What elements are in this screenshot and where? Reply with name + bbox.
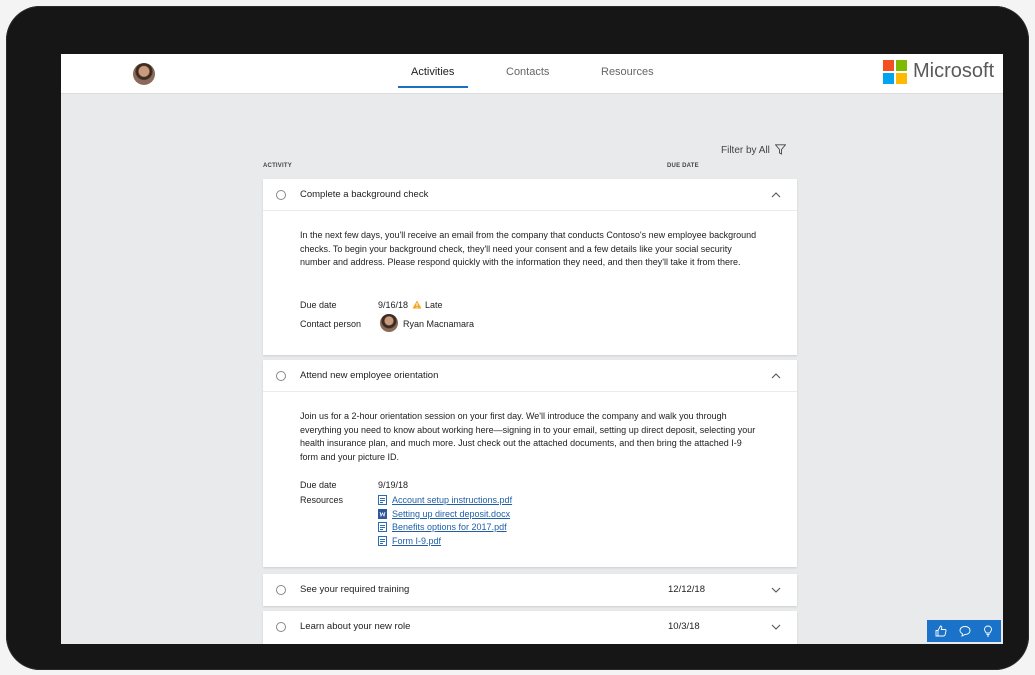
nav-tabs: Activities Contacts Resources xyxy=(61,54,1003,94)
filter-button[interactable]: Filter by All xyxy=(721,144,787,156)
column-header-activity: ACTIVITY xyxy=(263,163,292,169)
resource-link[interactable]: Form I-9.pdf xyxy=(378,535,512,549)
contact-name[interactable]: Ryan Macnamara xyxy=(403,318,474,332)
lightbulb-icon[interactable] xyxy=(982,625,994,637)
pdf-icon xyxy=(378,522,387,532)
due-date: 9/19/18 xyxy=(378,480,409,490)
resource-link[interactable]: Account setup instructions.pdf xyxy=(378,494,512,508)
activity-title: See your required training xyxy=(300,584,410,595)
activity-header[interactable]: Learn about your new role 10/3/18 xyxy=(263,611,797,643)
activity-body: Join us for a 2-hour orientation session… xyxy=(263,392,797,550)
resource-link[interactable]: Setting up direct deposit.docx xyxy=(378,508,512,522)
brand-name: Microsoft xyxy=(913,60,995,82)
resource-list: Account setup instructions.pdf Setting u… xyxy=(378,494,512,548)
activity-due-date: 12/12/18 xyxy=(668,584,705,595)
activity-card-orientation: Attend new employee orientation Join us … xyxy=(263,360,797,567)
activity-header[interactable]: See your required training 12/12/18 xyxy=(263,574,797,606)
resource-link[interactable]: Benefits options for 2017.pdf xyxy=(378,521,512,535)
complete-radio[interactable] xyxy=(276,190,286,200)
activity-description: In the next few days, you'll receive an … xyxy=(300,230,757,267)
activity-header[interactable]: Attend new employee orientation xyxy=(263,360,797,392)
resources-label: Resources xyxy=(300,495,344,505)
activity-title: Complete a background check xyxy=(300,189,429,200)
top-navigation-bar: Activities Contacts Resources Microsoft xyxy=(61,54,1003,94)
due-date-row: Due date 9/16/18 Late xyxy=(300,299,760,318)
filter-label: Filter by All xyxy=(721,145,770,156)
activity-body: In the next few days, you'll receive an … xyxy=(263,211,797,337)
activity-card-new-role: Learn about your new role 10/3/18 xyxy=(263,611,797,644)
word-doc-icon xyxy=(378,508,387,519)
feedback-bar xyxy=(927,620,1001,642)
late-status: Late xyxy=(425,300,443,310)
due-date-row: Due date 9/19/18 xyxy=(300,479,760,494)
chevron-down-icon[interactable] xyxy=(771,586,781,594)
pdf-icon xyxy=(378,535,387,546)
activity-description: Join us for a 2-hour orientation session… xyxy=(300,411,756,462)
chevron-up-icon[interactable] xyxy=(771,191,781,199)
tab-resources[interactable]: Resources xyxy=(601,66,654,78)
activity-title: Learn about your new role xyxy=(300,621,411,632)
contact-row: Contact person Ryan Macnamara xyxy=(300,314,760,337)
active-tab-indicator xyxy=(398,86,468,88)
funnel-icon xyxy=(774,144,787,155)
contact-avatar[interactable] xyxy=(380,314,398,332)
chevron-down-icon[interactable] xyxy=(771,623,781,631)
pdf-icon xyxy=(378,495,387,505)
due-date: 9/16/18 xyxy=(378,300,409,310)
due-date-label: Due date xyxy=(300,300,337,310)
tablet-frame: Activities Contacts Resources Microsoft … xyxy=(6,6,1029,670)
due-date-label: Due date xyxy=(300,480,337,490)
resources-row: Resources Account setup instructions.pdf… xyxy=(300,494,760,550)
complete-radio[interactable] xyxy=(276,622,286,632)
tab-activities[interactable]: Activities xyxy=(411,66,454,78)
app-screen: Activities Contacts Resources Microsoft … xyxy=(61,54,1003,644)
complete-radio[interactable] xyxy=(276,585,286,595)
column-header-due-date: DUE DATE xyxy=(667,163,699,169)
warning-icon xyxy=(412,300,422,309)
due-date-value: 9/16/18 Late xyxy=(378,299,443,313)
thumbs-up-icon[interactable] xyxy=(935,625,947,637)
contact-label: Contact person xyxy=(300,319,362,329)
microsoft-logo-icon xyxy=(883,60,907,84)
activity-card-training: See your required training 12/12/18 xyxy=(263,574,797,606)
activity-header[interactable]: Complete a background check xyxy=(263,179,797,211)
chevron-up-icon[interactable] xyxy=(771,372,781,380)
complete-radio[interactable] xyxy=(276,371,286,381)
activity-due-date: 10/3/18 xyxy=(668,621,700,632)
tab-contacts[interactable]: Contacts xyxy=(506,66,549,78)
activity-title: Attend new employee orientation xyxy=(300,370,439,381)
comment-icon[interactable] xyxy=(959,625,971,637)
activity-card-background-check: Complete a background check In the next … xyxy=(263,179,797,355)
